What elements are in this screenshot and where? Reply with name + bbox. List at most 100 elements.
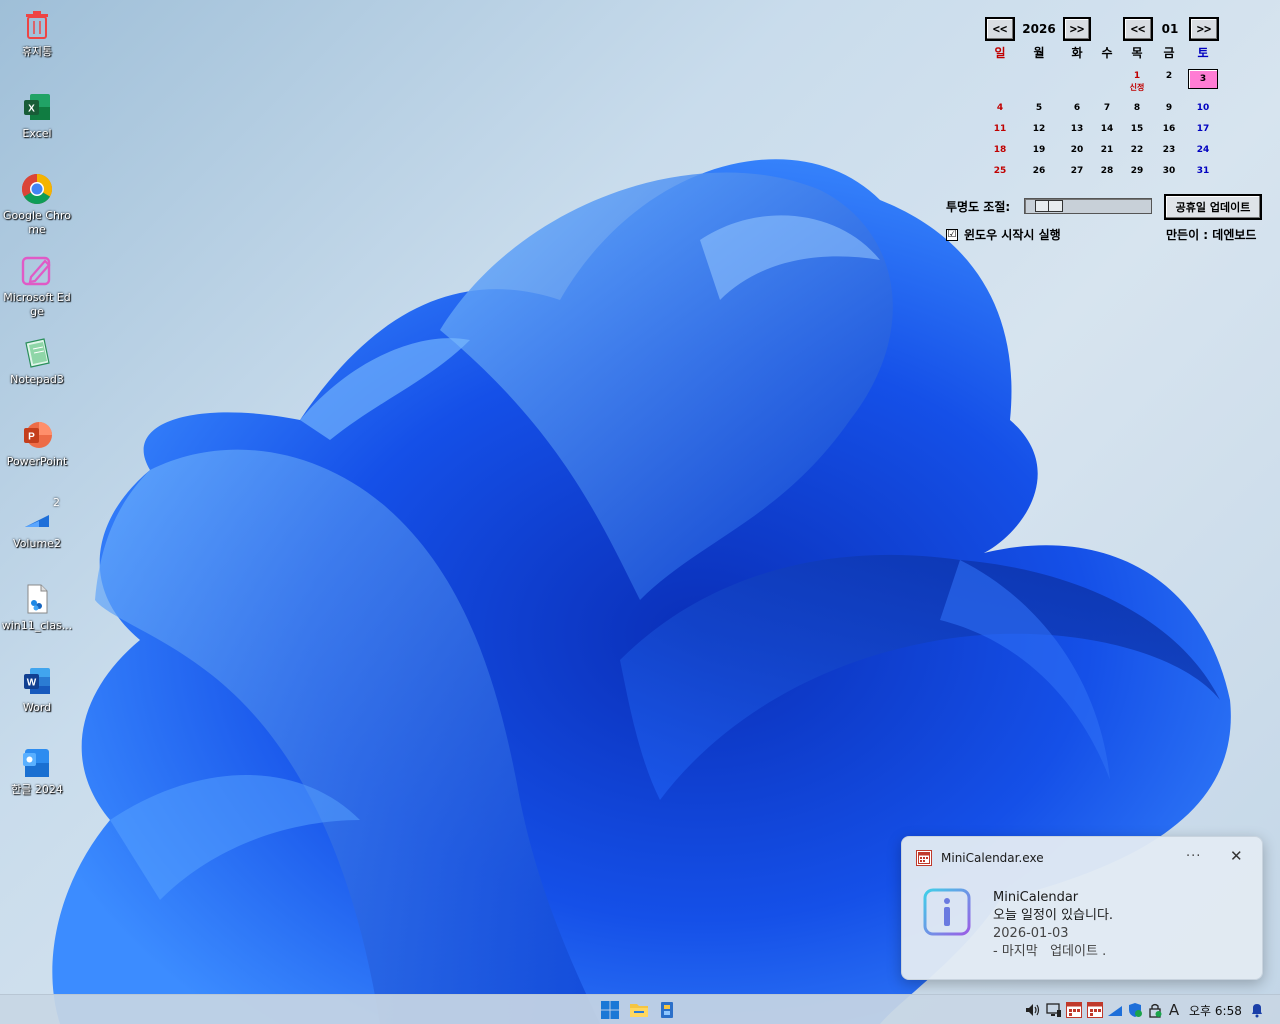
app-taskbar-button[interactable] — [656, 999, 678, 1021]
toast-body: MiniCalendar 오늘 일정이 있습니다. 2026-01-03 - 마… — [993, 889, 1113, 961]
day-cell[interactable]: 20 — [1060, 144, 1094, 156]
volume-badge: 2 — [53, 496, 60, 509]
chrome-icon — [20, 172, 54, 206]
day-cell[interactable]: 27 — [1060, 165, 1094, 177]
day-cell[interactable]: 30 — [1152, 165, 1186, 177]
lock-icon[interactable] — [1146, 1001, 1164, 1019]
prev-year-button[interactable]: << — [985, 17, 1015, 41]
file-explorer-button[interactable] — [628, 999, 650, 1021]
weekday-label: 금 — [1163, 46, 1175, 60]
minicalendar-app-icon — [916, 850, 932, 866]
startup-checkbox[interactable]: ☑ — [946, 228, 958, 241]
desktop-icon-edge[interactable]: Microsoft Edge — [0, 250, 74, 328]
toast-notification[interactable]: MiniCalendar.exe ··· ✕ MiniCalendar 오늘 일… — [901, 836, 1263, 980]
day-cell[interactable]: 17 — [1186, 123, 1220, 135]
desktop-icon-volume2[interactable]: 2 Volume2 — [0, 496, 74, 574]
day-cell[interactable]: 21 — [1090, 144, 1124, 156]
day-cell[interactable]: 19 — [1022, 144, 1056, 156]
desktop-icon-label: Word — [22, 701, 52, 714]
svg-text:P: P — [28, 432, 35, 443]
volume2-tray-icon[interactable] — [1106, 1001, 1124, 1019]
year-display: 2026 — [1022, 22, 1056, 36]
notepad3-icon — [20, 336, 54, 370]
opacity-slider-thumb[interactable] — [1035, 200, 1063, 212]
weekday-label: 월 — [1033, 46, 1045, 60]
day-cell[interactable]: 25 — [983, 165, 1017, 177]
day-cell[interactable]: 28 — [1090, 165, 1124, 177]
mini-calendar-widget: << 2026 >> << 01 >> 일월화수목금토 1 신정 2 3 4 5 6 7 8 9 1… — [940, 14, 1270, 246]
day-cell[interactable]: 12 — [1022, 123, 1056, 135]
desktop-icon-notepad3[interactable]: Notepad3 — [0, 332, 74, 410]
day-cell[interactable]: 4 — [983, 102, 1017, 114]
calendar-tray-icon[interactable] — [1065, 1001, 1083, 1019]
day-cell[interactable]: 9 — [1152, 102, 1186, 114]
startup-option[interactable]: ☑ 윈도우 시작시 실행 — [946, 226, 1061, 243]
desktop-icon-label: Google Chrome — [3, 209, 71, 236]
desktop-icon-win11-classic[interactable]: win11_clas... — [0, 578, 74, 656]
day-cell[interactable]: 26 — [1022, 165, 1056, 177]
prev-month-button[interactable]: << — [1123, 17, 1153, 41]
word-icon: W — [20, 664, 54, 698]
day-cell[interactable]: 5 — [1022, 102, 1056, 114]
today-cell[interactable]: 3 — [1188, 69, 1218, 89]
day-cell[interactable]: 7 — [1090, 102, 1124, 114]
speaker-icon[interactable] — [1024, 1001, 1042, 1019]
day-cell[interactable]: 13 — [1060, 123, 1094, 135]
holiday-name: 신정 — [1129, 83, 1145, 92]
desktop-icon-chrome[interactable]: Google Chrome — [0, 168, 74, 246]
toast-more-button[interactable]: ··· — [1186, 849, 1201, 864]
holiday-update-button[interactable]: 공휴일 업데이트 — [1164, 194, 1262, 220]
start-button[interactable] — [599, 999, 621, 1021]
notification-bell-icon[interactable] — [1248, 1001, 1266, 1019]
weekday-label: 화 — [1071, 46, 1083, 60]
excel-icon: X — [20, 90, 54, 124]
windows-logo-icon — [601, 1001, 619, 1019]
day-cell[interactable]: 22 — [1120, 144, 1154, 156]
opacity-label: 투명도 조절: — [946, 200, 1011, 214]
day-cell[interactable]: 10 — [1186, 102, 1220, 114]
powerpoint-icon: P — [20, 418, 54, 452]
day-cell[interactable]: 8 — [1120, 102, 1154, 114]
volume2-icon: 2 — [20, 496, 60, 534]
desktop-icon-hangul-2024[interactable]: 한글 2024 — [0, 742, 74, 820]
taskbar: A 오후 6:58 — [0, 994, 1280, 1024]
desktop-icon-recycle-bin[interactable]: 휴지통 — [0, 4, 74, 82]
day-cell[interactable]: 31 — [1186, 165, 1220, 177]
toast-close-button[interactable]: ✕ — [1230, 847, 1243, 865]
day-cell[interactable]: 18 — [983, 144, 1017, 156]
day-number: 1 — [1133, 71, 1141, 81]
desktop-icon-label: Microsoft Edge — [3, 291, 71, 318]
day-cell[interactable]: 6 — [1060, 102, 1094, 114]
day-cell[interactable]: 11 — [983, 123, 1017, 135]
edge-icon — [20, 254, 54, 288]
toast-message: 오늘 일정이 있습니다. — [993, 908, 1114, 923]
next-year-button[interactable]: >> — [1063, 17, 1091, 41]
taskbar-clock[interactable]: 오후 6:58 — [1189, 1002, 1242, 1019]
day-cell[interactable]: 14 — [1090, 123, 1124, 135]
month-display: 01 — [1161, 22, 1179, 36]
day-cell[interactable]: 23 — [1152, 144, 1186, 156]
holiday-cell[interactable]: 1 신정 — [1120, 70, 1154, 94]
svg-text:X: X — [28, 104, 35, 115]
calendar-tray-icon-2[interactable] — [1086, 1001, 1104, 1019]
day-cell[interactable]: 16 — [1152, 123, 1186, 135]
desktop-icon-word[interactable]: W Word — [0, 660, 74, 738]
network-icon[interactable] — [1045, 1001, 1063, 1019]
day-cell[interactable]: 2 — [1152, 70, 1186, 82]
day-cell[interactable]: 24 — [1186, 144, 1220, 156]
ime-indicator[interactable]: A — [1165, 1001, 1183, 1019]
desktop-icon-powerpoint[interactable]: P PowerPoint — [0, 414, 74, 492]
opacity-slider[interactable] — [1024, 198, 1152, 214]
desktop-icon-label: Notepad3 — [10, 373, 64, 386]
toast-header: MiniCalendar.exe — [916, 850, 1044, 866]
desktop-icon-label: win11_clas... — [1, 619, 73, 632]
day-cell[interactable]: 29 — [1120, 165, 1154, 177]
security-shield-icon[interactable] — [1126, 1001, 1144, 1019]
folder-icon — [630, 1004, 648, 1017]
weekday-label: 토 — [1197, 46, 1209, 60]
day-number: 3 — [1199, 74, 1207, 84]
next-month-button[interactable]: >> — [1189, 17, 1219, 41]
day-cell[interactable]: 15 — [1120, 123, 1154, 135]
desktop-icon-excel[interactable]: X Excel — [0, 86, 74, 164]
weekday-label: 수 — [1101, 46, 1113, 60]
